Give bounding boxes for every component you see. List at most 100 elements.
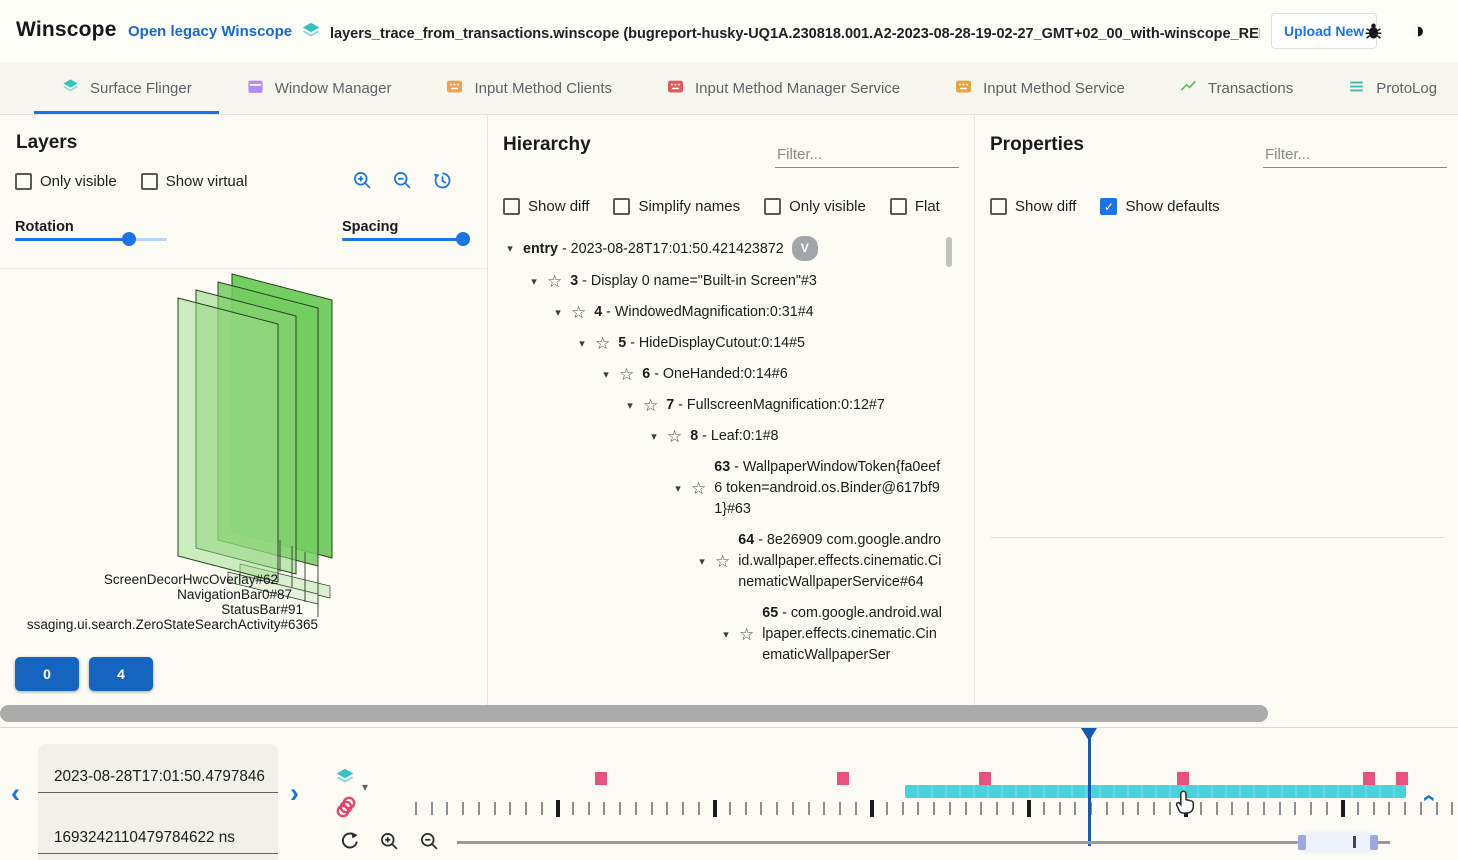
pin-star-icon[interactable]: ☆ <box>739 625 754 645</box>
hierarchy-node-65[interactable]: ▾☆65 - com.google.android.wallpaper.effe… <box>500 598 942 671</box>
pin-star-icon[interactable]: ☆ <box>691 479 706 499</box>
expand-collapse-arrow-icon[interactable]: ▾ <box>574 337 590 350</box>
checkbox-unchecked-icon[interactable] <box>503 198 520 215</box>
collapse-timeline-chevron-icon[interactable]: › <box>1416 794 1440 802</box>
layer-id-button[interactable]: 0 <box>15 657 79 691</box>
hierarchy-scrollbar[interactable] <box>946 237 952 267</box>
minimap-selection[interactable] <box>1300 834 1376 851</box>
zoom-in-icon[interactable] <box>352 170 373 196</box>
upload-new-button[interactable]: Upload New <box>1271 13 1377 49</box>
hierarchy-tree: ▾entry - 2023-08-28T17:01:50.421423872V▾… <box>500 231 942 705</box>
properties-filter-input[interactable] <box>1263 142 1447 168</box>
reset-view-history-icon[interactable] <box>432 170 453 196</box>
hierarchy-checkbox-show-diff[interactable]: Show diff <box>503 198 589 215</box>
rotation-slider[interactable] <box>15 229 167 249</box>
minimap-track-end[interactable] <box>1378 841 1390 844</box>
properties-checkbox-show-defaults[interactable]: ✓Show defaults <box>1100 198 1219 215</box>
ruler-tick <box>572 802 574 815</box>
transitions-trace-icon[interactable] <box>334 794 358 825</box>
tab-input-method-clients[interactable]: Input Method Clients <box>418 62 639 114</box>
properties-checkbox-show-diff[interactable]: Show diff <box>990 198 1076 215</box>
dark-mode-toggle-icon[interactable]: ◑ <box>1411 17 1425 44</box>
hierarchy-node-64[interactable]: ▾☆64 - 8e26909 com.google.android.wallpa… <box>500 525 942 598</box>
tab-input-method-service[interactable]: Input Method Service <box>927 62 1152 114</box>
checkbox-unchecked-icon[interactable] <box>990 198 1007 215</box>
transition-marker[interactable] <box>1177 772 1189 785</box>
expand-collapse-arrow-icon[interactable]: ▾ <box>502 242 518 255</box>
open-legacy-winscope-link[interactable]: Open legacy Winscope <box>128 23 292 40</box>
expand-collapse-arrow-icon[interactable]: ▾ <box>598 368 614 381</box>
hierarchy-node-5[interactable]: ▾☆5 - HideDisplayCutout:0:14#5 <box>500 328 942 359</box>
transition-marker[interactable] <box>1363 772 1375 785</box>
checkbox-checked-icon[interactable]: ✓ <box>1100 198 1117 215</box>
expand-collapse-arrow-icon[interactable]: ▾ <box>646 430 662 443</box>
hierarchy-node-8[interactable]: ▾☆8 - Leaf:0:1#8 <box>500 421 942 452</box>
checkbox-unchecked-icon[interactable] <box>764 198 781 215</box>
bug-report-icon[interactable] <box>1363 21 1384 47</box>
node-label: entry - 2023-08-28T17:01:50.421423872V <box>523 236 818 261</box>
pin-star-icon[interactable]: ☆ <box>571 303 586 323</box>
hierarchy-filter-input[interactable] <box>775 142 959 168</box>
transition-marker[interactable] <box>979 772 991 785</box>
expand-collapse-arrow-icon[interactable]: ▾ <box>670 482 686 495</box>
hierarchy-node-3[interactable]: ▾☆3 - Display 0 name="Built-in Screen"#3 <box>500 266 942 297</box>
human-timestamp-field[interactable]: 2023-08-28T17:01:50.4797846 <box>38 768 278 793</box>
zoom-out-icon[interactable] <box>392 170 413 196</box>
hierarchy-checkbox-flat[interactable]: Flat <box>890 198 940 215</box>
minimap-track[interactable] <box>457 841 1300 844</box>
hierarchy-node-7[interactable]: ▾☆7 - FullscreenMagnification:0:12#7 <box>500 390 942 421</box>
minimap-handle-right[interactable] <box>1370 835 1378 850</box>
reset-zoom-icon[interactable] <box>338 831 359 857</box>
hierarchy-checkbox-simplify-names[interactable]: Simplify names <box>613 198 740 215</box>
transition-marker[interactable] <box>595 772 607 785</box>
trace-dropdown-caret-icon[interactable]: ▾ <box>362 780 368 794</box>
layers-checkbox-show-virtual[interactable]: Show virtual <box>141 173 248 190</box>
transition-marker[interactable] <box>837 772 849 785</box>
timeline-range-bar[interactable] <box>905 785 1406 798</box>
timeline-zoom-out-icon[interactable] <box>419 831 440 857</box>
ns-timestamp-field[interactable]: 1693242110479784622 ns <box>38 829 278 854</box>
checkbox-unchecked-icon[interactable] <box>890 198 907 215</box>
spacing-slider[interactable] <box>342 229 468 249</box>
surface-flinger-trace-icon[interactable] <box>334 766 356 793</box>
transition-marker[interactable] <box>1396 772 1408 785</box>
hierarchy-checkbox-only-visible[interactable]: Only visible <box>764 198 866 215</box>
spacing-slider-thumb[interactable] <box>456 232 470 246</box>
checkbox-unchecked-icon[interactable] <box>15 173 32 190</box>
tab-transactions[interactable]: Transactions <box>1152 62 1320 114</box>
timeline-cursor[interactable] <box>1088 728 1091 846</box>
expand-collapse-arrow-icon[interactable]: ▾ <box>622 399 638 412</box>
tab-window-manager[interactable]: Window Manager <box>219 62 419 114</box>
pin-star-icon[interactable]: ☆ <box>547 272 562 292</box>
expand-collapse-arrow-icon[interactable]: ▾ <box>550 306 566 319</box>
minimap-handle-left[interactable] <box>1298 835 1306 850</box>
ruler-tick <box>1216 802 1218 815</box>
tab-surface-flinger[interactable]: Surface Flinger <box>34 62 219 114</box>
ruler-tick <box>713 800 717 817</box>
timeline-zoom-in-icon[interactable] <box>379 831 400 857</box>
pin-star-icon[interactable]: ☆ <box>643 396 658 416</box>
expand-collapse-arrow-icon[interactable]: ▾ <box>718 628 734 641</box>
next-entry-chevron-icon[interactable]: › <box>290 780 299 807</box>
expand-collapse-arrow-icon[interactable]: ▾ <box>694 555 710 568</box>
prev-entry-chevron-icon[interactable]: ‹ <box>11 780 20 807</box>
pin-star-icon[interactable]: ☆ <box>595 334 610 354</box>
pin-star-icon[interactable]: ☆ <box>667 427 682 447</box>
horizontal-scrollbar[interactable] <box>0 705 1268 722</box>
hierarchy-node-entry[interactable]: ▾ entry - 2023-08-28T17:01:50.421423872V <box>500 231 942 266</box>
checkbox-unchecked-icon[interactable] <box>613 198 630 215</box>
rotation-slider-thumb[interactable] <box>122 232 136 246</box>
hierarchy-node-4[interactable]: ▾ ☆ 4 - WindowedMagnification:0:31#4 <box>500 297 942 328</box>
hierarchy-node-6[interactable]: ▾☆6 - OneHanded:0:14#6 <box>500 359 942 390</box>
layers-checkbox-only-visible[interactable]: Only visible <box>15 173 117 190</box>
tab-input-method-manager-service[interactable]: Input Method Manager Service <box>639 62 927 114</box>
pin-star-icon[interactable]: ☆ <box>715 552 730 572</box>
hierarchy-node-63[interactable]: ▾☆63 - WallpaperWindowToken{fa0eef6 toke… <box>500 452 942 525</box>
pin-star-icon[interactable]: ☆ <box>619 365 634 385</box>
tab-protolog[interactable]: ProtoLog <box>1320 62 1458 114</box>
checkbox-unchecked-icon[interactable] <box>141 173 158 190</box>
layer-id-button[interactable]: 4 <box>89 657 153 691</box>
expand-collapse-arrow-icon[interactable]: ▾ <box>526 275 542 288</box>
node-label: 4 - WindowedMagnification:0:31#4 <box>594 302 813 323</box>
trace-tabbar: Surface FlingerWindow ManagerInput Metho… <box>0 62 1458 115</box>
